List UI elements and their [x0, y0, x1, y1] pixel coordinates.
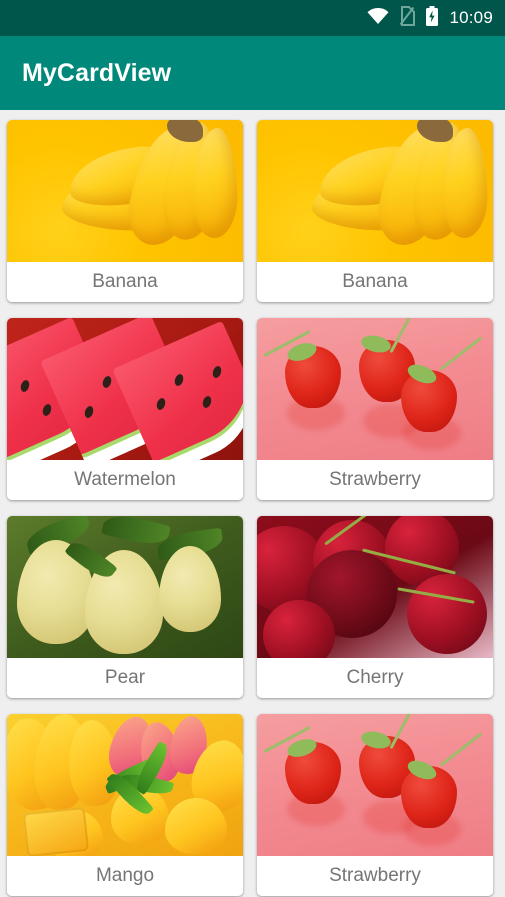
status-bar-clock: 10:09: [449, 8, 493, 27]
card-label: Cherry: [257, 658, 493, 698]
card-label: Banana: [7, 262, 243, 302]
banana-bunch-art: [59, 120, 239, 262]
card-item[interactable]: Strawberry: [257, 318, 493, 500]
card-item[interactable]: Banana: [257, 120, 493, 302]
card-label: Strawberry: [257, 460, 493, 500]
card-item[interactable]: Banana: [7, 120, 243, 302]
card-item[interactable]: Pear: [7, 516, 243, 698]
strawberry-photo: [257, 714, 493, 856]
card-item[interactable]: Watermelon: [7, 318, 243, 500]
battery-charging-icon: [425, 5, 439, 31]
banana-photo: [257, 120, 493, 262]
app-bar: MyCardView: [0, 36, 505, 110]
no-sim-icon: [399, 5, 416, 31]
cherry-photo: [257, 516, 493, 658]
card-label: Pear: [7, 658, 243, 698]
watermelon-photo: [7, 318, 243, 460]
wifi-icon: [367, 7, 389, 30]
pear-photo: [7, 516, 243, 658]
card-item[interactable]: Cherry: [257, 516, 493, 698]
status-bar: 10:09: [0, 0, 505, 36]
card-label: Watermelon: [7, 460, 243, 500]
app-title: MyCardView: [22, 58, 172, 87]
strawberry-photo: [257, 318, 493, 460]
app-screen: 10:09 MyCardView Banana Banana Watermelo…: [0, 0, 505, 897]
banana-bunch-art: [309, 120, 489, 262]
card-item[interactable]: Strawberry: [257, 714, 493, 896]
banana-photo: [7, 120, 243, 262]
card-label: Banana: [257, 262, 493, 302]
card-grid: Banana Banana Watermelon Strawberry Pear…: [0, 110, 505, 897]
card-label: Mango: [7, 856, 243, 896]
card-label: Strawberry: [257, 856, 493, 896]
status-bar-icons: [367, 5, 439, 31]
card-item[interactable]: Mango: [7, 714, 243, 896]
mango-photo: [7, 714, 243, 856]
